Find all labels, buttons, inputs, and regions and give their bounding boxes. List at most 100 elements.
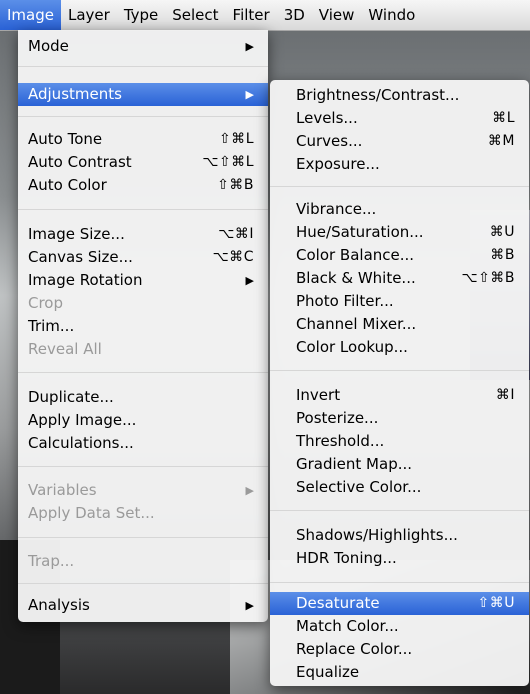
shortcut-label: ⇧⌘L — [218, 131, 254, 147]
menu-item-label: Variables — [28, 481, 97, 499]
menu-item-auto-color[interactable]: Auto Color ⇧⌘B — [18, 174, 268, 197]
menu-item-label: Brightness/Contrast... — [296, 86, 460, 104]
menu-item-adjustments[interactable]: Adjustments ▶ — [18, 83, 268, 106]
menu-separator — [18, 209, 268, 210]
menu-item-label: Gradient Map... — [296, 455, 413, 473]
menu-item-color-lookup[interactable]: Color Lookup... — [270, 336, 529, 359]
menu-item-brightness-contrast[interactable]: Brightness/Contrast... — [270, 84, 529, 107]
menu-item-label: Color Lookup... — [296, 338, 408, 356]
menu-item-shadows-highlights[interactable]: Shadows/Highlights... — [270, 524, 529, 547]
menu-item-label: Duplicate... — [28, 388, 114, 406]
menu-item-trap: Trap... — [18, 550, 268, 573]
shortcut-label: ⇧⌘B — [217, 177, 254, 193]
menu-item-label: Trap... — [28, 552, 75, 570]
menu-item-label: Match Color... — [296, 617, 399, 635]
menu-item-label: Trim... — [28, 317, 75, 335]
menu-item-image-rotation[interactable]: Image Rotation ▶ — [18, 269, 268, 292]
menu-item-match-color[interactable]: Match Color... — [270, 615, 529, 638]
menu-item-calculations[interactable]: Calculations... — [18, 432, 268, 455]
menu-item-exposure[interactable]: Exposure... — [270, 153, 529, 176]
menu-item-posterize[interactable]: Posterize... — [270, 407, 529, 430]
menu-item-label: Auto Tone — [28, 130, 103, 148]
menu-layer[interactable]: Layer — [61, 0, 117, 30]
menu-item-label: Levels... — [296, 109, 358, 127]
menu-item-levels[interactable]: Levels... ⌘L — [270, 107, 529, 130]
menu-item-hue-saturation[interactable]: Hue/Saturation... ⌘U — [270, 221, 529, 244]
menu-item-equalize[interactable]: Equalize — [270, 661, 529, 684]
menu-item-photo-filter[interactable]: Photo Filter... — [270, 290, 529, 313]
shortcut-label: ⌥⇧⌘L — [202, 154, 254, 170]
menu-item-selective-color[interactable]: Selective Color... — [270, 476, 529, 499]
submenu-arrow-icon: ▶ — [245, 88, 254, 101]
menu-select[interactable]: Select — [165, 0, 225, 30]
menu-separator — [270, 370, 529, 371]
menu-separator — [270, 510, 529, 511]
menu-item-black-white[interactable]: Black & White... ⌥⇧⌘B — [270, 267, 529, 290]
submenu-arrow-icon: ▶ — [245, 274, 254, 287]
menu-filter[interactable]: Filter — [226, 0, 277, 30]
menu-item-canvas-size[interactable]: Canvas Size... ⌥⌘C — [18, 246, 268, 269]
menu-item-analysis[interactable]: Analysis ▶ — [18, 594, 268, 617]
menu-item-auto-contrast[interactable]: Auto Contrast ⌥⇧⌘L — [18, 151, 268, 174]
menu-view[interactable]: View — [312, 0, 362, 30]
menu-item-label: Equalize — [296, 663, 360, 681]
menu-item-reveal-all: Reveal All — [18, 338, 268, 361]
menu-type[interactable]: Type — [117, 0, 165, 30]
menu-item-label: Image Size... — [28, 225, 125, 243]
menu-item-gradient-map[interactable]: Gradient Map... — [270, 453, 529, 476]
shortcut-label: ⌘B — [490, 247, 515, 263]
menu-item-label: Color Balance... — [296, 246, 415, 264]
menu-item-label: Black & White... — [296, 269, 416, 287]
menu-item-duplicate[interactable]: Duplicate... — [18, 386, 268, 409]
menu-item-threshold[interactable]: Threshold... — [270, 430, 529, 453]
menu-separator — [18, 116, 268, 117]
shortcut-label: ⌘U — [489, 224, 515, 240]
menu-item-crop: Crop — [18, 292, 268, 315]
menu-item-label: Calculations... — [28, 434, 134, 452]
menu-window[interactable]: Windo — [361, 0, 422, 30]
menu-item-apply-image[interactable]: Apply Image... — [18, 409, 268, 432]
menu-item-label: Canvas Size... — [28, 248, 133, 266]
shortcut-label: ⌘I — [495, 387, 515, 403]
menu-item-curves[interactable]: Curves... ⌘M — [270, 130, 529, 153]
menu-separator — [18, 466, 268, 467]
menu-item-hdr-toning[interactable]: HDR Toning... — [270, 547, 529, 570]
menu-item-auto-tone[interactable]: Auto Tone ⇧⌘L — [18, 128, 268, 151]
menu-separator — [18, 583, 268, 584]
menu-item-label: Shadows/Highlights... — [296, 526, 458, 544]
menu-item-desaturate[interactable]: Desaturate ⇧⌘U — [270, 592, 529, 615]
menu-item-label: Mode — [28, 37, 69, 55]
menu-item-apply-data-set: Apply Data Set... — [18, 502, 268, 525]
adjustments-submenu: Brightness/Contrast... Levels... ⌘L Curv… — [270, 80, 529, 686]
submenu-arrow-icon: ▶ — [245, 599, 254, 612]
menu-item-label: Replace Color... — [296, 640, 413, 658]
menu-item-color-balance[interactable]: Color Balance... ⌘B — [270, 244, 529, 267]
menu-item-label: Threshold... — [296, 432, 385, 450]
submenu-arrow-icon: ▶ — [245, 484, 254, 497]
menu-item-label: Posterize... — [296, 409, 379, 427]
menu-item-vibrance[interactable]: Vibrance... — [270, 198, 529, 221]
menu-separator — [18, 372, 268, 373]
menu-item-mode[interactable]: Mode ▶ — [18, 35, 268, 58]
menu-item-label: Adjustments — [28, 85, 122, 103]
menu-3d[interactable]: 3D — [277, 0, 312, 30]
menu-item-label: Reveal All — [28, 340, 102, 358]
menu-item-label: Apply Image... — [28, 411, 137, 429]
menu-separator — [18, 537, 268, 538]
menu-item-invert[interactable]: Invert ⌘I — [270, 384, 529, 407]
menu-image[interactable]: Image — [0, 0, 61, 30]
menu-item-label: Curves... — [296, 132, 363, 150]
shortcut-label: ⌘L — [492, 110, 515, 126]
menu-item-trim[interactable]: Trim... — [18, 315, 268, 338]
shortcut-label: ⌘M — [487, 133, 515, 149]
menu-item-replace-color[interactable]: Replace Color... — [270, 638, 529, 661]
menu-item-label: Image Rotation — [28, 271, 143, 289]
shortcut-label: ⇧⌘U — [477, 595, 515, 611]
menu-item-label: Desaturate — [296, 594, 380, 612]
menu-item-channel-mixer[interactable]: Channel Mixer... — [270, 313, 529, 336]
menu-bar: Image Layer Type Select Filter 3D View W… — [0, 0, 530, 31]
menu-separator — [270, 582, 529, 583]
menu-item-label: Auto Color — [28, 176, 107, 194]
menu-item-image-size[interactable]: Image Size... ⌥⌘I — [18, 223, 268, 246]
menu-item-label: Hue/Saturation... — [296, 223, 424, 241]
